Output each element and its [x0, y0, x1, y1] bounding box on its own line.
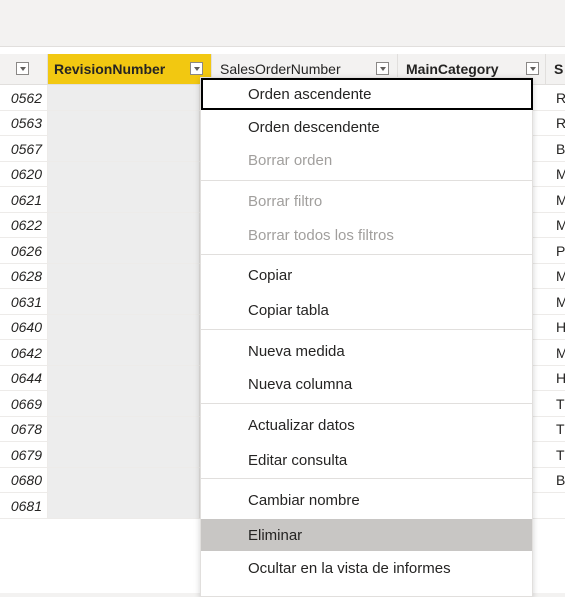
column-header-label: SalesOrderNumber — [220, 61, 341, 77]
row-id-cell: 0622 — [0, 212, 48, 238]
next-column-cell: B — [556, 472, 565, 488]
menu-clear-sort: Borrar orden — [248, 151, 333, 169]
revisionnumber-cell — [48, 212, 200, 238]
menu-copy[interactable]: Copiar — [201, 259, 532, 291]
revisionnumber-cell — [48, 238, 200, 263]
column-header-label: MainCategory — [406, 61, 499, 77]
menu-separator — [201, 329, 532, 330]
row-id-cell: 0563 — [0, 110, 48, 136]
next-column-cell: P — [556, 242, 565, 259]
menu-clear-filter: Borrar filtro — [248, 192, 323, 210]
next-column-cell: M — [554, 340, 565, 365]
revisionnumber-cell — [48, 110, 200, 136]
row-id-cell: 0681 — [0, 493, 48, 518]
revisionnumber-cell — [48, 161, 200, 187]
row-id-cell: 0642 — [0, 340, 48, 365]
menu-sort-descending[interactable]: Orden descendente — [201, 111, 532, 143]
menu-new-column[interactable]: Nueva columna — [201, 368, 532, 400]
revisionnumber-cell — [48, 391, 200, 416]
next-column-cell: T — [556, 446, 565, 463]
row-id-cell: 0620 — [0, 161, 48, 187]
menu-separator — [201, 478, 532, 479]
menu-rename[interactable]: Cambiar nombre — [201, 484, 532, 516]
menu-new-measure[interactable]: Nueva medida — [201, 335, 532, 367]
revisionnumber-cell — [48, 289, 200, 314]
revisionnumber-cell — [48, 187, 200, 212]
revisionnumber-cell — [48, 136, 200, 161]
next-column-cell: B — [556, 140, 565, 157]
column-header-next[interactable]: S — [546, 54, 565, 84]
next-column-cell: T — [556, 395, 565, 412]
next-column-cell: R — [554, 111, 565, 136]
column-header-label: S — [554, 61, 564, 77]
next-column-cell: M — [554, 264, 565, 289]
row-id-cell: 0679 — [0, 442, 48, 467]
next-column-cell: H — [554, 366, 565, 391]
column-header-revisionnumber[interactable]: RevisionNumber — [48, 54, 212, 84]
next-column-cell — [554, 493, 565, 518]
menu-separator — [201, 403, 532, 404]
revisionnumber-cell — [48, 416, 200, 442]
ribbon-area — [0, 0, 565, 46]
row-id-cell: 0680 — [0, 467, 48, 493]
menu-clear-all-filters: Borrar todos los filtros — [248, 226, 394, 244]
filter-dropdown-icon[interactable] — [526, 62, 539, 75]
row-id-cell: 0640 — [0, 314, 48, 340]
next-column-cell: M — [554, 213, 565, 238]
next-column-cell: R — [554, 85, 565, 110]
row-id-cell: 0669 — [0, 391, 48, 416]
next-column-cell: T — [556, 421, 565, 437]
row-id-cell: 0567 — [0, 136, 48, 161]
row-id-cell: 0626 — [0, 238, 48, 263]
row-id-cell: 0621 — [0, 187, 48, 212]
revisionnumber-cell — [48, 365, 200, 391]
row-id-cell: 0562 — [0, 85, 48, 110]
menu-separator — [201, 180, 532, 181]
revisionnumber-cell — [48, 85, 200, 110]
filter-dropdown-icon[interactable] — [16, 62, 29, 75]
next-column-cell: M — [554, 162, 565, 187]
revisionnumber-cell — [48, 493, 200, 518]
menu-sort-ascending[interactable]: Orden ascendente — [201, 78, 533, 110]
menu-separator — [201, 254, 532, 255]
row-id-cell: 0628 — [0, 263, 48, 289]
row-id-cell: 0644 — [0, 365, 48, 391]
menu-delete[interactable]: Eliminar — [201, 519, 532, 551]
row-id-cell: 0631 — [0, 289, 48, 314]
column-header-label: RevisionNumber — [54, 61, 166, 77]
revisionnumber-cell — [48, 263, 200, 289]
filter-dropdown-icon[interactable] — [376, 62, 389, 75]
column-context-menu: Orden ascendente Orden descendente Borrar … — [200, 77, 533, 597]
next-column-cell: M — [554, 289, 565, 314]
column-header-prev[interactable] — [0, 54, 48, 84]
revisionnumber-cell — [48, 314, 200, 340]
next-column-cell: M — [554, 187, 565, 212]
revisionnumber-cell — [48, 442, 200, 467]
revisionnumber-cell — [48, 467, 200, 493]
menu-copy-table[interactable]: Copiar tabla — [201, 294, 532, 326]
menu-edit-query[interactable]: Editar consulta — [201, 444, 532, 476]
row-id-cell: 0678 — [0, 416, 48, 442]
revisionnumber-cell — [48, 340, 200, 365]
filter-dropdown-icon[interactable] — [190, 62, 203, 75]
menu-hide-in-report-view[interactable]: Ocultar en la vista de informes — [201, 552, 532, 584]
menu-refresh-data[interactable]: Actualizar datos — [201, 409, 532, 441]
next-column-cell: H — [554, 315, 565, 340]
